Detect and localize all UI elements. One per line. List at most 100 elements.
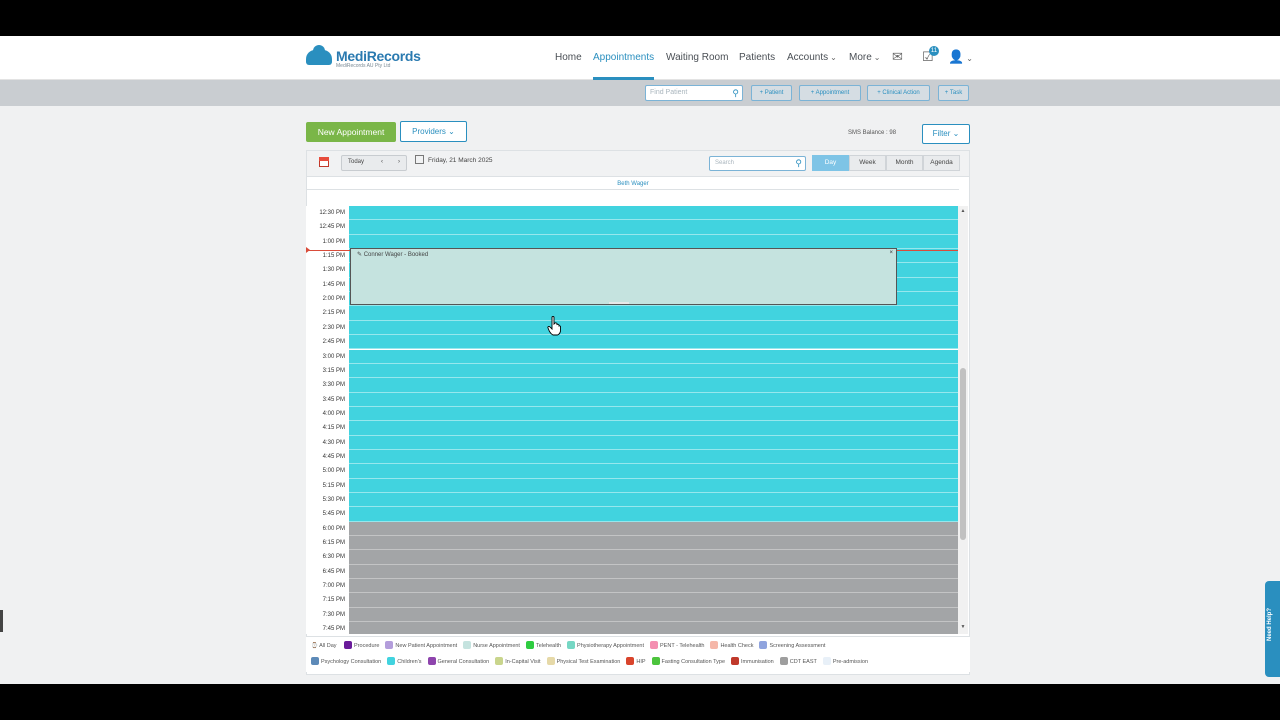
- legend-swatch: [710, 641, 719, 649]
- sms-balance: SMS Balance : 98: [848, 130, 897, 136]
- legend-item: Procedure: [344, 641, 379, 649]
- closed-time-slot[interactable]: [349, 622, 958, 634]
- medirecords-logo[interactable]: MediRecords MediRecords AU Pty Ltd: [306, 45, 426, 72]
- legend-swatch: [626, 657, 635, 665]
- time-label: 1:30 PM: [322, 267, 345, 274]
- legend-item: Telehealth: [525, 641, 561, 649]
- closed-time-slot[interactable]: [349, 579, 958, 594]
- legend-label: Fasting Consultation Type: [661, 659, 726, 665]
- open-time-slot[interactable]: [349, 234, 958, 250]
- find-patient-placeholder: Find Patient: [650, 89, 688, 96]
- calendar-scrollbar[interactable]: ▲ ▼: [958, 206, 968, 634]
- legend-label: Physiotherapy Appointment: [577, 643, 645, 649]
- chevron-down-icon: ⌄: [873, 53, 881, 62]
- open-time-slot[interactable]: [349, 220, 958, 235]
- previous-day-button[interactable]: ‹: [381, 159, 383, 165]
- filter-label: Filter: [932, 129, 951, 138]
- closed-time-slot[interactable]: [349, 536, 958, 551]
- appointment-type-legend: ⌚ All Day Procedure New Patient Appointme…: [306, 636, 970, 672]
- chevron-down-icon: ⌄: [448, 127, 455, 136]
- nav-appointments[interactable]: Appointments: [593, 52, 654, 63]
- nav-accounts[interactable]: Accounts ⌄: [787, 52, 837, 63]
- legend-label: General Consultation: [437, 659, 490, 665]
- user-menu-icon[interactable]: 👤 ⌄: [948, 49, 973, 65]
- legend-item: Pre-admission: [822, 657, 868, 665]
- time-label: 7:15 PM: [322, 597, 345, 604]
- open-time-slot[interactable]: [349, 449, 958, 465]
- next-day-button[interactable]: ›: [398, 159, 400, 165]
- open-time-slot[interactable]: [349, 493, 958, 508]
- legend-item: Immunisation: [731, 657, 774, 665]
- legend-swatch: [311, 657, 319, 665]
- open-time-slot[interactable]: [349, 392, 958, 407]
- add-task-button[interactable]: + Task: [938, 85, 969, 101]
- view-day-button[interactable]: Day: [812, 155, 849, 171]
- open-time-slot[interactable]: [349, 363, 958, 379]
- open-time-slot[interactable]: [349, 306, 958, 321]
- calendar-search-input[interactable]: Search ⚲: [709, 156, 806, 171]
- chevron-down-icon: ⌄: [830, 53, 837, 62]
- date-picker[interactable]: Friday, 21 March 2025: [415, 155, 493, 164]
- time-label: 6:00 PM: [322, 525, 345, 532]
- new-appointment-button[interactable]: New Appointment: [306, 122, 396, 142]
- open-time-slot[interactable]: [349, 478, 958, 493]
- legend-swatch: [650, 641, 659, 649]
- legend-swatch: [495, 657, 504, 665]
- scroll-up-arrow-icon[interactable]: ▲: [959, 208, 967, 214]
- legend-swatch: [651, 657, 660, 665]
- closed-time-slot[interactable]: [349, 593, 958, 608]
- closed-time-slot[interactable]: [349, 550, 958, 565]
- add-clinical-action-button[interactable]: + Clinical Action: [867, 85, 930, 101]
- open-time-slot[interactable]: [349, 378, 958, 393]
- open-time-slot[interactable]: [349, 206, 958, 221]
- need-help-tab[interactable]: Need Help?: [1265, 581, 1280, 677]
- providers-dropdown[interactable]: Providers ⌄: [400, 121, 467, 142]
- nav-waiting-room[interactable]: Waiting Room: [666, 52, 728, 63]
- open-time-slot[interactable]: [349, 464, 958, 479]
- mail-icon[interactable]: ✉: [892, 49, 903, 65]
- close-icon[interactable]: ×: [889, 250, 893, 256]
- open-time-slot[interactable]: [349, 435, 958, 450]
- nav-home[interactable]: Home: [555, 52, 582, 63]
- closed-time-slot[interactable]: [349, 564, 958, 580]
- scrollbar-thumb[interactable]: [960, 368, 966, 540]
- legend-swatch: [546, 657, 555, 665]
- open-time-slot[interactable]: [349, 320, 958, 336]
- open-time-slot[interactable]: [349, 421, 958, 436]
- left-edge-tab[interactable]: [0, 610, 3, 632]
- search-icon: ⚲: [795, 158, 802, 168]
- open-time-slot[interactable]: [349, 507, 958, 522]
- open-time-slot[interactable]: [349, 406, 958, 422]
- chevron-down-icon: ⌄: [952, 129, 960, 138]
- appointment-block[interactable]: ✎ Conner Wager - Booked ×: [350, 248, 897, 305]
- add-patient-button[interactable]: + Patient: [751, 85, 792, 101]
- filter-dropdown[interactable]: Filter ⌄: [922, 124, 970, 144]
- scroll-down-arrow-icon[interactable]: ▼: [959, 624, 967, 630]
- all-day-toggle[interactable]: ⌚ All Day: [311, 643, 337, 649]
- legend-item: CDT EAST: [779, 657, 817, 665]
- open-time-slot[interactable]: [349, 335, 958, 350]
- legend-label: Immunisation: [741, 659, 774, 665]
- legend-swatch: [779, 657, 788, 665]
- time-label: 7:00 PM: [322, 583, 345, 590]
- view-week-button[interactable]: Week: [849, 155, 886, 171]
- nav-patients[interactable]: Patients: [739, 52, 775, 63]
- view-month-button[interactable]: Month: [886, 155, 923, 171]
- current-time-marker: [306, 247, 310, 253]
- time-label: 2:00 PM: [322, 296, 345, 303]
- closed-time-slot[interactable]: [349, 521, 958, 537]
- view-agenda-button[interactable]: Agenda: [923, 155, 960, 171]
- legend-item: New Patient Appointment: [385, 641, 457, 649]
- appointment-resize-handle[interactable]: [609, 302, 629, 304]
- add-appointment-button[interactable]: + Appointment: [799, 85, 861, 101]
- open-time-slot[interactable]: [349, 349, 958, 364]
- time-label: 2:15 PM: [322, 310, 345, 317]
- nav-more[interactable]: More ⌄: [849, 52, 881, 63]
- legend-item: Screening Assessment: [759, 641, 825, 649]
- today-button[interactable]: Today: [348, 159, 364, 165]
- find-patient-input[interactable]: Find Patient ⚲: [645, 85, 743, 101]
- hand-cursor-icon: [547, 316, 561, 336]
- calendar-icon[interactable]: [319, 157, 329, 167]
- closed-time-slot[interactable]: [349, 607, 958, 623]
- time-label: 4:45 PM: [322, 453, 345, 460]
